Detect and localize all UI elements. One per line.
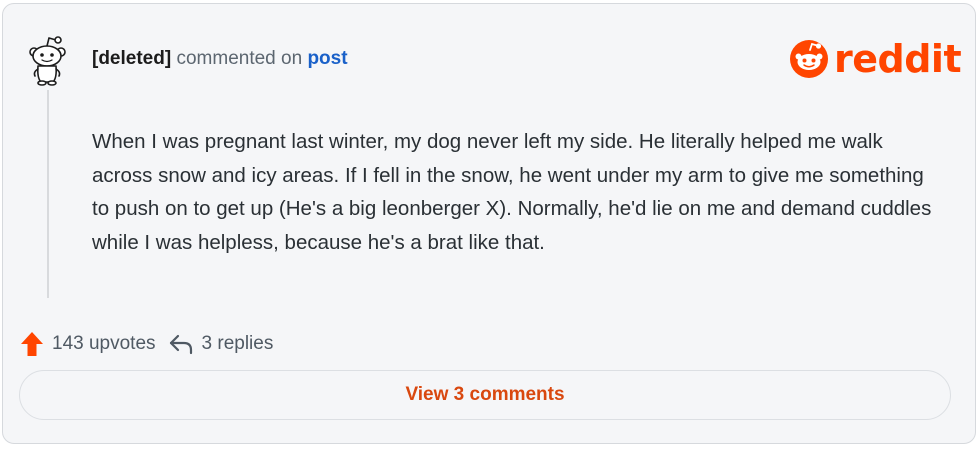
upvote-count: 143 upvotes [52,333,156,354]
reply-count[interactable]: 3 replies [202,333,274,355]
post-link[interactable]: post [307,48,347,69]
view-comments-button[interactable]: View 3 comments [19,370,951,420]
comment-body: When I was pregnant last winter, my dog … [92,125,942,259]
reddit-snoo-icon [790,40,828,78]
upvote-arrow-icon[interactable] [20,331,44,357]
comment-header: [deleted] commented on post [92,47,348,71]
reddit-wordmark: reddit [834,37,962,81]
view-comments-label: View 3 comments [405,384,565,405]
action-text: commented on [176,48,303,69]
comment-body-text: When I was pregnant last winter, my dog … [92,130,932,254]
comment-actions: 143 upvotes 3 replies [20,330,273,358]
avatar [29,36,66,86]
author-name[interactable]: [deleted] [92,48,171,69]
thread-line [47,90,49,298]
reply-arrow-icon[interactable] [168,333,194,355]
reddit-logo[interactable]: reddit [789,37,962,81]
